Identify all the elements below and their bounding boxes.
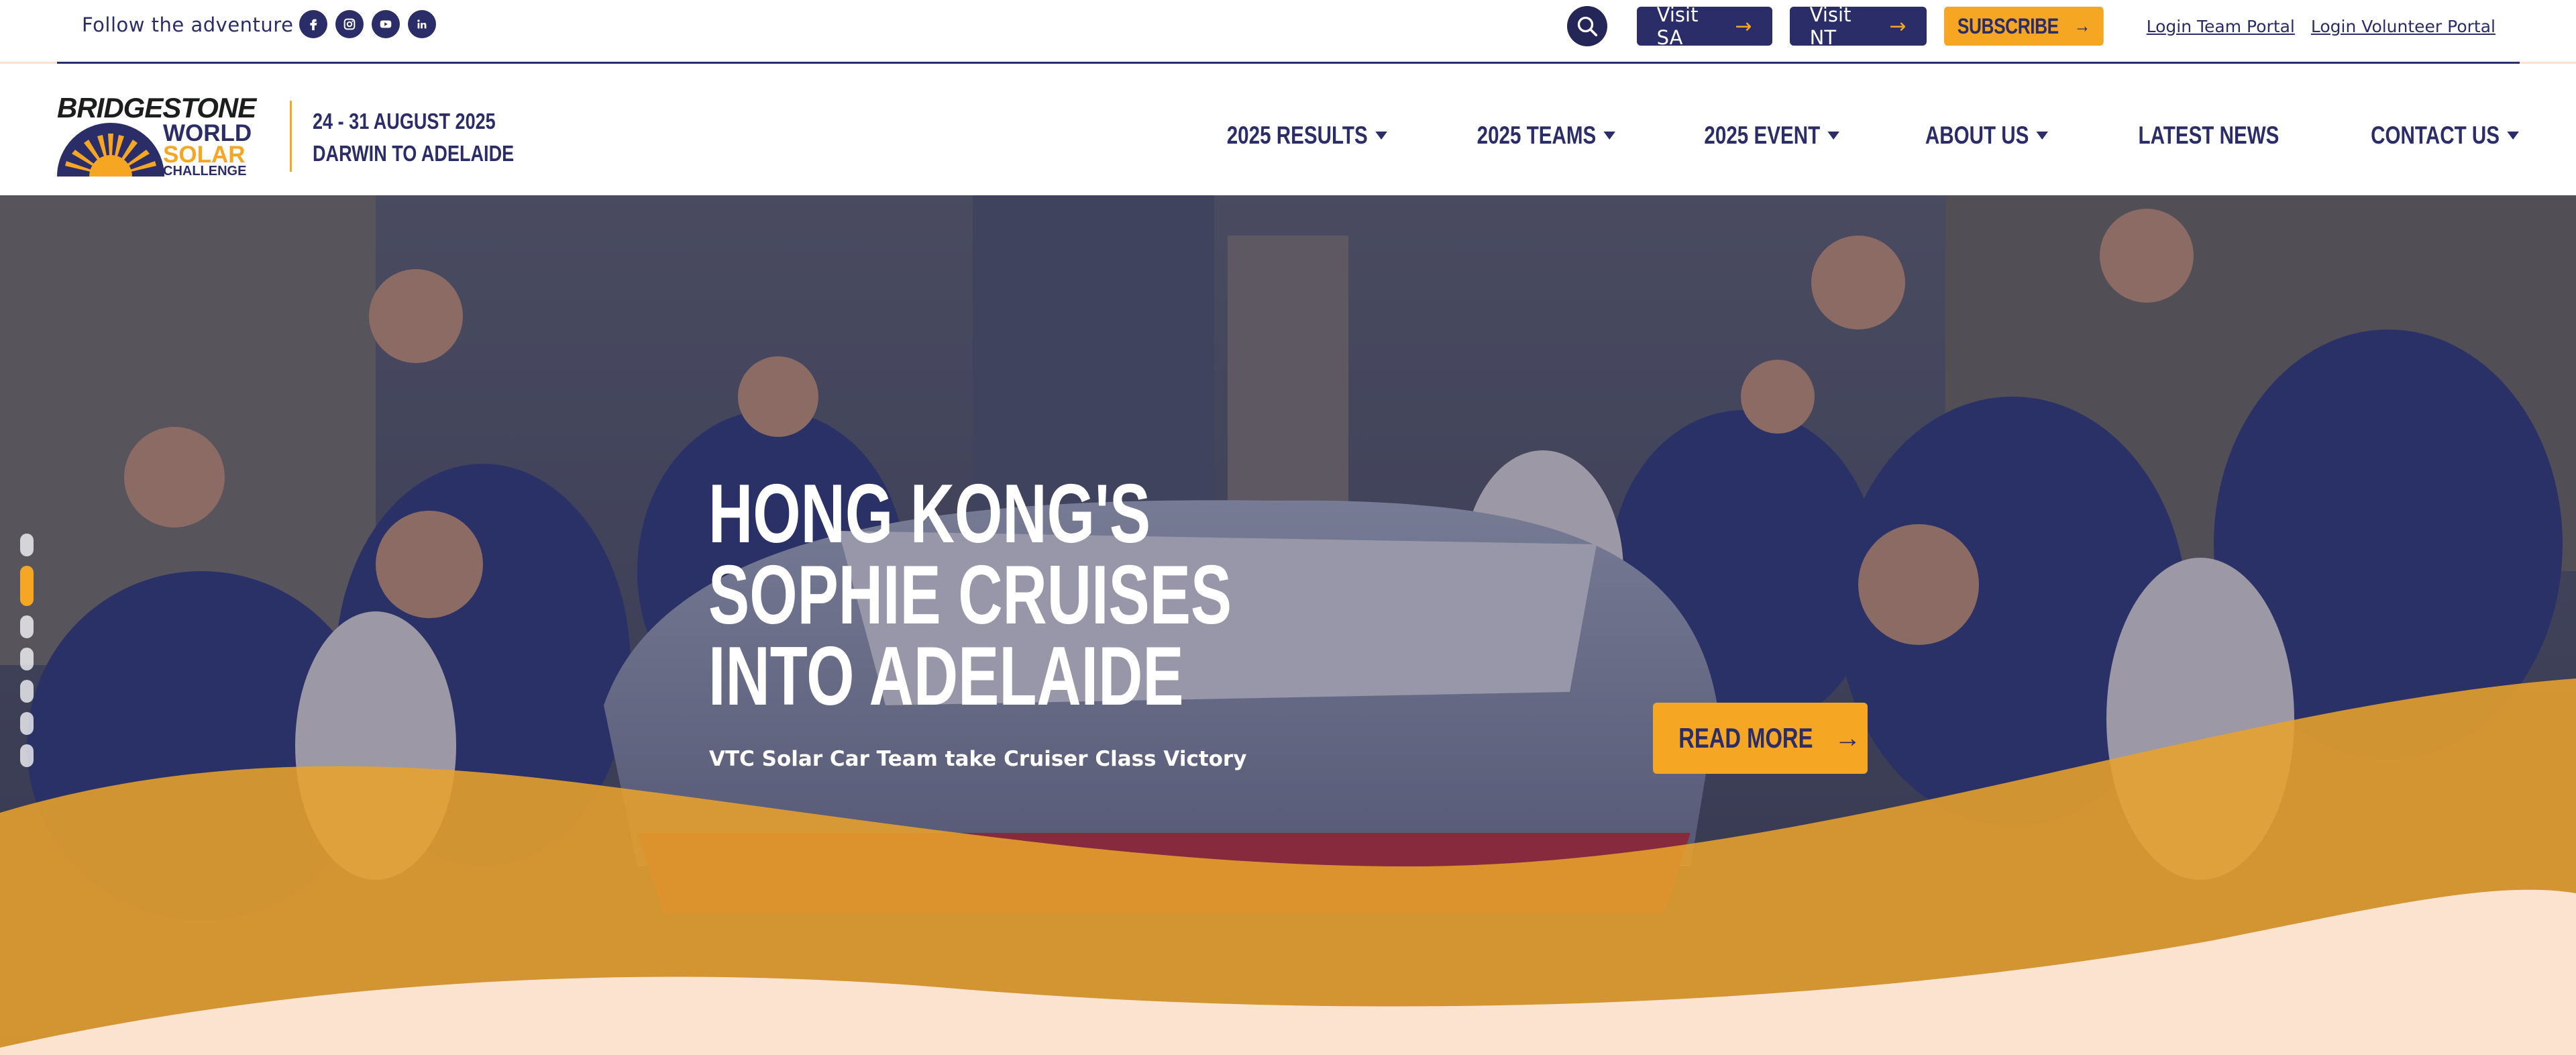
slide-dot[interactable] — [20, 712, 34, 735]
slide-indicators — [20, 534, 34, 767]
nav-label: ABOUT US — [1925, 121, 2029, 149]
social-links — [299, 10, 436, 38]
slide-dot-active[interactable] — [20, 566, 34, 606]
nav-item-2025-event[interactable]: 2025 EVENT — [1704, 121, 1839, 150]
subscribe-button[interactable]: SUBSCRIBE → — [1943, 7, 2104, 46]
main-nav: 2025 RESULTS 2025 TEAMS 2025 EVENT ABOUT… — [1132, 121, 2519, 150]
event-route: DARWIN TO ADELAIDE — [313, 141, 515, 166]
event-dates: 24 - 31 AUGUST 2025 — [313, 109, 496, 134]
visit-sa-button[interactable]: Visit SA → — [1636, 3, 1772, 49]
facebook-icon[interactable] — [299, 10, 327, 38]
search-button[interactable] — [1566, 6, 1607, 46]
youtube-icon[interactable] — [372, 10, 400, 38]
caret-down-icon — [2036, 132, 2048, 140]
nav-label: CONTACT US — [2371, 121, 2500, 149]
sun-logo-icon — [57, 123, 164, 177]
logo-separator — [290, 101, 292, 172]
event-info: 24 - 31 AUGUST 2025 DARWIN TO ADELAIDE — [313, 105, 514, 170]
logo-word-challenge: CHALLENGE — [163, 164, 247, 179]
linkedin-icon[interactable] — [408, 10, 436, 38]
main-header: BRIDGESTONE WORLD SOLAR CHALLENGE 24 - 3… — [0, 64, 2576, 195]
headline-line: HONG KONG'S — [708, 468, 1151, 560]
login-volunteer-portal-link[interactable]: Login Volunteer Portal — [2311, 17, 2496, 36]
arrow-right-icon: → — [1834, 723, 1862, 753]
instagram-icon[interactable] — [335, 10, 364, 38]
nav-item-2025-teams[interactable]: 2025 TEAMS — [1477, 121, 1615, 150]
caret-down-icon — [1603, 132, 1615, 140]
nav-item-latest-news[interactable]: LATEST NEWS — [2138, 121, 2279, 150]
nav-label: 2025 RESULTS — [1226, 121, 1368, 149]
nav-item-about-us[interactable]: ABOUT US — [1925, 121, 2048, 150]
arrow-right-icon: → — [2074, 15, 2090, 37]
visit-sa-label: Visit SA — [1656, 3, 1699, 49]
slide-dot[interactable] — [20, 534, 34, 556]
top-actions: Visit SA → Visit NT → SUBSCRIBE → Login … — [1566, 3, 2496, 49]
read-more-label: READ MORE — [1678, 722, 1813, 754]
caret-down-icon — [2507, 132, 2519, 140]
logo-word-solar: SOLAR — [163, 142, 246, 168]
search-icon — [1577, 16, 1597, 37]
top-utility-bar: Follow the adventure Visit SA → Visit NT… — [0, 0, 2576, 62]
caret-down-icon — [1375, 132, 1387, 140]
site-logo[interactable]: BRIDGESTONE WORLD SOLAR CHALLENGE — [57, 92, 256, 179]
follow-label: Follow the adventure — [82, 13, 294, 36]
slide-dot[interactable] — [20, 615, 34, 638]
headline-line: INTO ADELAIDE — [708, 630, 1184, 723]
nav-label: LATEST NEWS — [2138, 121, 2279, 149]
nav-label: 2025 EVENT — [1703, 121, 1820, 149]
caret-down-icon — [1827, 132, 1839, 140]
nav-item-contact-us[interactable]: CONTACT US — [2371, 121, 2519, 150]
visit-nt-label: Visit NT — [1809, 3, 1851, 49]
nav-label: 2025 TEAMS — [1477, 121, 1596, 149]
hero-headline: HONG KONG'S SOPHIE CRUISES INTO ADELAIDE — [708, 468, 1232, 723]
headline-line: SOPHIE CRUISES — [708, 549, 1232, 642]
slide-dot[interactable] — [20, 680, 34, 703]
hero-background-image — [0, 195, 2576, 1055]
hero-subline: VTC Solar Car Team take Cruiser Class Vi… — [709, 747, 1247, 771]
subscribe-label: SUBSCRIBE — [1957, 13, 2059, 38]
arrow-right-icon: → — [1735, 14, 1752, 38]
slide-dot[interactable] — [20, 648, 34, 670]
nav-item-2025-results[interactable]: 2025 RESULTS — [1227, 121, 1387, 150]
visit-nt-button[interactable]: Visit NT → — [1789, 3, 1927, 49]
slide-dot[interactable] — [20, 744, 34, 767]
hero-slider: HONG KONG'S SOPHIE CRUISES INTO ADELAIDE… — [0, 195, 2576, 1055]
logo-brand: BRIDGESTONE — [57, 92, 256, 123]
arrow-right-icon: → — [1889, 14, 1907, 38]
login-team-portal-link[interactable]: Login Team Portal — [2147, 17, 2295, 36]
read-more-button[interactable]: READ MORE → — [1653, 703, 1868, 774]
